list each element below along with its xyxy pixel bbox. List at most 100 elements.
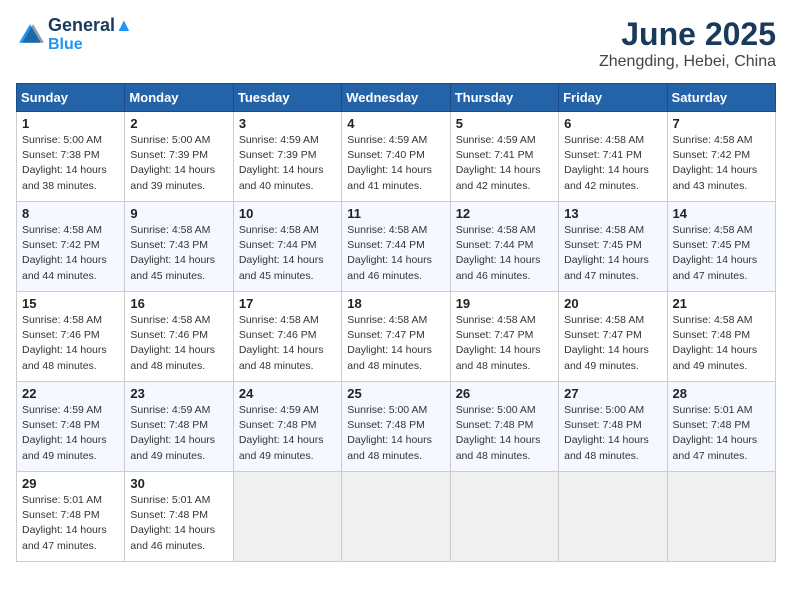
day-of-week-header: Sunday — [17, 84, 125, 112]
day-number: 2 — [130, 116, 227, 131]
day-number: 30 — [130, 476, 227, 491]
cell-info: Sunrise: 4:58 AMSunset: 7:45 PMDaylight:… — [673, 224, 758, 282]
cell-info: Sunrise: 4:58 AMSunset: 7:47 PMDaylight:… — [347, 314, 432, 372]
calendar-cell: 9 Sunrise: 4:58 AMSunset: 7:43 PMDayligh… — [125, 202, 233, 292]
calendar-cell: 26 Sunrise: 5:00 AMSunset: 7:48 PMDaylig… — [450, 382, 558, 472]
cell-info: Sunrise: 4:58 AMSunset: 7:46 PMDaylight:… — [22, 314, 107, 372]
cell-info: Sunrise: 4:59 AMSunset: 7:39 PMDaylight:… — [239, 134, 324, 192]
calendar-cell: 5 Sunrise: 4:59 AMSunset: 7:41 PMDayligh… — [450, 112, 558, 202]
day-number: 3 — [239, 116, 336, 131]
cell-info: Sunrise: 4:58 AMSunset: 7:46 PMDaylight:… — [130, 314, 215, 372]
day-number: 15 — [22, 296, 119, 311]
cell-info: Sunrise: 5:01 AMSunset: 7:48 PMDaylight:… — [22, 494, 107, 552]
cell-info: Sunrise: 4:59 AMSunset: 7:48 PMDaylight:… — [239, 404, 324, 462]
day-of-week-header: Thursday — [450, 84, 558, 112]
cell-info: Sunrise: 4:58 AMSunset: 7:48 PMDaylight:… — [673, 314, 758, 372]
day-of-week-header: Wednesday — [342, 84, 450, 112]
day-number: 26 — [456, 386, 553, 401]
calendar-cell: 22 Sunrise: 4:59 AMSunset: 7:48 PMDaylig… — [17, 382, 125, 472]
calendar-header-row: SundayMondayTuesdayWednesdayThursdayFrid… — [17, 84, 776, 112]
cell-info: Sunrise: 4:58 AMSunset: 7:41 PMDaylight:… — [564, 134, 649, 192]
cell-info: Sunrise: 4:58 AMSunset: 7:46 PMDaylight:… — [239, 314, 324, 372]
cell-info: Sunrise: 4:58 AMSunset: 7:47 PMDaylight:… — [564, 314, 649, 372]
cell-info: Sunrise: 5:00 AMSunset: 7:48 PMDaylight:… — [564, 404, 649, 462]
calendar-cell: 18 Sunrise: 4:58 AMSunset: 7:47 PMDaylig… — [342, 292, 450, 382]
day-number: 19 — [456, 296, 553, 311]
day-number: 16 — [130, 296, 227, 311]
cell-info: Sunrise: 4:58 AMSunset: 7:45 PMDaylight:… — [564, 224, 649, 282]
day-of-week-header: Tuesday — [233, 84, 341, 112]
calendar-cell — [667, 472, 775, 562]
calendar-cell: 15 Sunrise: 4:58 AMSunset: 7:46 PMDaylig… — [17, 292, 125, 382]
cell-info: Sunrise: 5:00 AMSunset: 7:38 PMDaylight:… — [22, 134, 107, 192]
calendar-cell: 6 Sunrise: 4:58 AMSunset: 7:41 PMDayligh… — [559, 112, 667, 202]
month-title: June 2025 — [599, 16, 776, 53]
cell-info: Sunrise: 4:58 AMSunset: 7:42 PMDaylight:… — [22, 224, 107, 282]
day-number: 4 — [347, 116, 444, 131]
calendar-week-row: 8 Sunrise: 4:58 AMSunset: 7:42 PMDayligh… — [17, 202, 776, 292]
day-number: 28 — [673, 386, 770, 401]
calendar-cell: 3 Sunrise: 4:59 AMSunset: 7:39 PMDayligh… — [233, 112, 341, 202]
day-number: 23 — [130, 386, 227, 401]
day-number: 21 — [673, 296, 770, 311]
cell-info: Sunrise: 5:01 AMSunset: 7:48 PMDaylight:… — [130, 494, 215, 552]
day-number: 27 — [564, 386, 661, 401]
logo-icon — [16, 21, 44, 49]
day-number: 1 — [22, 116, 119, 131]
calendar-cell: 19 Sunrise: 4:58 AMSunset: 7:47 PMDaylig… — [450, 292, 558, 382]
calendar-cell: 13 Sunrise: 4:58 AMSunset: 7:45 PMDaylig… — [559, 202, 667, 292]
calendar-cell: 23 Sunrise: 4:59 AMSunset: 7:48 PMDaylig… — [125, 382, 233, 472]
logo-text: General▲ Blue — [48, 16, 133, 53]
cell-info: Sunrise: 5:00 AMSunset: 7:48 PMDaylight:… — [456, 404, 541, 462]
calendar-cell: 14 Sunrise: 4:58 AMSunset: 7:45 PMDaylig… — [667, 202, 775, 292]
cell-info: Sunrise: 4:59 AMSunset: 7:48 PMDaylight:… — [22, 404, 107, 462]
calendar-table: SundayMondayTuesdayWednesdayThursdayFrid… — [16, 83, 776, 562]
cell-info: Sunrise: 4:59 AMSunset: 7:41 PMDaylight:… — [456, 134, 541, 192]
day-number: 22 — [22, 386, 119, 401]
calendar-cell: 2 Sunrise: 5:00 AMSunset: 7:39 PMDayligh… — [125, 112, 233, 202]
calendar-cell: 7 Sunrise: 4:58 AMSunset: 7:42 PMDayligh… — [667, 112, 775, 202]
cell-info: Sunrise: 4:58 AMSunset: 7:47 PMDaylight:… — [456, 314, 541, 372]
day-number: 18 — [347, 296, 444, 311]
day-number: 24 — [239, 386, 336, 401]
calendar-cell: 27 Sunrise: 5:00 AMSunset: 7:48 PMDaylig… — [559, 382, 667, 472]
cell-info: Sunrise: 4:58 AMSunset: 7:43 PMDaylight:… — [130, 224, 215, 282]
location-title: Zhengding, Hebei, China — [599, 53, 776, 71]
calendar-week-row: 15 Sunrise: 4:58 AMSunset: 7:46 PMDaylig… — [17, 292, 776, 382]
day-number: 29 — [22, 476, 119, 491]
day-number: 6 — [564, 116, 661, 131]
calendar-week-row: 22 Sunrise: 4:59 AMSunset: 7:48 PMDaylig… — [17, 382, 776, 472]
calendar-cell: 11 Sunrise: 4:58 AMSunset: 7:44 PMDaylig… — [342, 202, 450, 292]
day-of-week-header: Friday — [559, 84, 667, 112]
calendar-cell — [450, 472, 558, 562]
day-number: 5 — [456, 116, 553, 131]
calendar-cell: 21 Sunrise: 4:58 AMSunset: 7:48 PMDaylig… — [667, 292, 775, 382]
cell-info: Sunrise: 4:59 AMSunset: 7:48 PMDaylight:… — [130, 404, 215, 462]
day-number: 17 — [239, 296, 336, 311]
calendar-cell: 17 Sunrise: 4:58 AMSunset: 7:46 PMDaylig… — [233, 292, 341, 382]
calendar-cell: 1 Sunrise: 5:00 AMSunset: 7:38 PMDayligh… — [17, 112, 125, 202]
cell-info: Sunrise: 5:00 AMSunset: 7:48 PMDaylight:… — [347, 404, 432, 462]
calendar-cell: 16 Sunrise: 4:58 AMSunset: 7:46 PMDaylig… — [125, 292, 233, 382]
cell-info: Sunrise: 4:58 AMSunset: 7:44 PMDaylight:… — [347, 224, 432, 282]
title-area: June 2025 Zhengding, Hebei, China — [599, 16, 776, 71]
cell-info: Sunrise: 4:58 AMSunset: 7:42 PMDaylight:… — [673, 134, 758, 192]
day-number: 8 — [22, 206, 119, 221]
header: General▲ Blue June 2025 Zhengding, Hebei… — [16, 16, 776, 71]
day-number: 14 — [673, 206, 770, 221]
day-number: 12 — [456, 206, 553, 221]
cell-info: Sunrise: 4:59 AMSunset: 7:40 PMDaylight:… — [347, 134, 432, 192]
day-of-week-header: Monday — [125, 84, 233, 112]
cell-info: Sunrise: 5:00 AMSunset: 7:39 PMDaylight:… — [130, 134, 215, 192]
calendar-cell: 24 Sunrise: 4:59 AMSunset: 7:48 PMDaylig… — [233, 382, 341, 472]
calendar-body: 1 Sunrise: 5:00 AMSunset: 7:38 PMDayligh… — [17, 112, 776, 562]
calendar-cell: 8 Sunrise: 4:58 AMSunset: 7:42 PMDayligh… — [17, 202, 125, 292]
day-number: 25 — [347, 386, 444, 401]
day-number: 13 — [564, 206, 661, 221]
calendar-week-row: 29 Sunrise: 5:01 AMSunset: 7:48 PMDaylig… — [17, 472, 776, 562]
calendar-cell: 4 Sunrise: 4:59 AMSunset: 7:40 PMDayligh… — [342, 112, 450, 202]
calendar-cell: 20 Sunrise: 4:58 AMSunset: 7:47 PMDaylig… — [559, 292, 667, 382]
calendar-cell — [342, 472, 450, 562]
calendar-cell: 30 Sunrise: 5:01 AMSunset: 7:48 PMDaylig… — [125, 472, 233, 562]
day-number: 11 — [347, 206, 444, 221]
